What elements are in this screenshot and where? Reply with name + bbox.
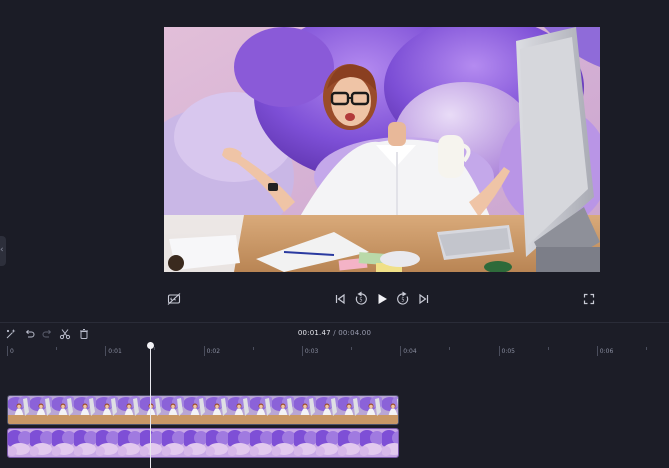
skip-to-start-icon[interactable] — [332, 291, 348, 307]
background-clip-frame — [380, 429, 398, 457]
background-clip-frame — [336, 429, 362, 457]
background-clip-frame — [226, 429, 252, 457]
background-clip-frame — [314, 429, 340, 457]
background-clip-frame — [116, 429, 142, 457]
ruler-minor-tick — [154, 347, 156, 350]
skip-to-end-icon[interactable] — [416, 291, 432, 307]
background-clip-frame — [72, 429, 98, 457]
caption-off-icon[interactable] — [166, 291, 182, 307]
ruler-minor-tick — [547, 347, 549, 350]
background-clip-frame — [160, 429, 186, 457]
background-clip-frame — [50, 429, 76, 457]
video-clip-frame — [117, 396, 142, 424]
video-clip[interactable] — [7, 395, 399, 425]
ruler-label: 0:05 — [501, 348, 515, 355]
video-clip-frame — [8, 396, 32, 424]
video-clip-frame — [95, 396, 120, 424]
video-clip-frame — [183, 396, 208, 424]
background-clip-frame — [292, 429, 318, 457]
svg-text:5: 5 — [401, 298, 404, 304]
video-frame-illustration — [164, 27, 600, 272]
background-clip-frame — [94, 429, 120, 457]
playhead-handle[interactable] — [147, 342, 154, 349]
ruler-minor-tick — [645, 347, 647, 350]
background-clip-frame — [358, 429, 384, 457]
ruler-minor-tick — [449, 347, 451, 350]
ruler-label: 0:03 — [304, 348, 319, 355]
ruler-minor-tick — [252, 347, 254, 350]
timeline-ruler[interactable]: 0 0:01 0:02 0:03 0:04 0:05 0:06 — [0, 344, 669, 358]
ruler-label: 0:04 — [403, 348, 417, 355]
background-clip-frame — [204, 429, 230, 457]
video-clip-frame — [205, 396, 230, 424]
background-clip[interactable] — [7, 428, 399, 458]
rewind-5s-icon[interactable]: 5 — [353, 291, 369, 307]
video-clip-frame — [293, 396, 318, 424]
fullscreen-icon[interactable] — [581, 291, 597, 307]
current-time: 00:01.47 — [297, 329, 331, 337]
total-time: 00:04.00 — [338, 329, 372, 337]
background-clip-frame — [270, 429, 296, 457]
video-clip-frame — [227, 396, 252, 424]
ruler-major-tick — [400, 346, 402, 356]
video-clip-frame — [359, 396, 384, 424]
timeline-toolbar: 00:01.47 / 00:04.00 — [0, 322, 669, 345]
side-panel-toggle[interactable]: ‹ — [0, 236, 6, 266]
video-clip-frame — [139, 396, 164, 424]
video-clip-frame — [73, 396, 98, 424]
video-clip-frame — [381, 396, 398, 424]
video-preview[interactable] — [164, 27, 600, 272]
ruler-minor-tick — [351, 347, 353, 350]
player-controls: 5 5 — [0, 288, 669, 310]
video-clip-frame — [29, 396, 54, 424]
ruler-major-tick — [498, 346, 500, 356]
ruler-label: 0:06 — [599, 348, 614, 355]
video-clip-frame — [271, 396, 296, 424]
background-clip-frame — [28, 429, 54, 457]
ruler-label: 0 — [10, 348, 14, 355]
background-clip-frame — [248, 429, 274, 457]
forward-5s-icon[interactable]: 5 — [395, 291, 411, 307]
video-clip-frame — [51, 396, 76, 424]
timeline-tracks — [0, 358, 669, 468]
play-icon[interactable] — [374, 291, 390, 307]
ruler-minor-tick — [56, 347, 58, 350]
video-clip-frame — [315, 396, 340, 424]
playhead[interactable] — [150, 342, 151, 468]
background-clip-frame — [182, 429, 208, 457]
timecode-display: 00:01.47 / 00:04.00 — [0, 329, 669, 337]
background-clip-frame — [138, 429, 164, 457]
svg-text:5: 5 — [359, 298, 362, 304]
ruler-label: 0:02 — [206, 348, 221, 355]
ruler-major-tick — [7, 346, 8, 356]
video-clip-frame — [161, 396, 186, 424]
preview-area: ‹ 5 5 — [0, 0, 669, 322]
video-clip-frame — [337, 396, 362, 424]
ruler-major-tick — [203, 346, 205, 356]
chevron-left-icon: ‹ — [0, 245, 4, 255]
ruler-major-tick — [596, 346, 598, 356]
video-clip-frame — [249, 396, 274, 424]
background-clip-frame — [8, 429, 32, 457]
ruler-major-tick — [105, 346, 107, 356]
ruler-major-tick — [301, 346, 303, 356]
ruler-label: 0:01 — [108, 348, 122, 355]
